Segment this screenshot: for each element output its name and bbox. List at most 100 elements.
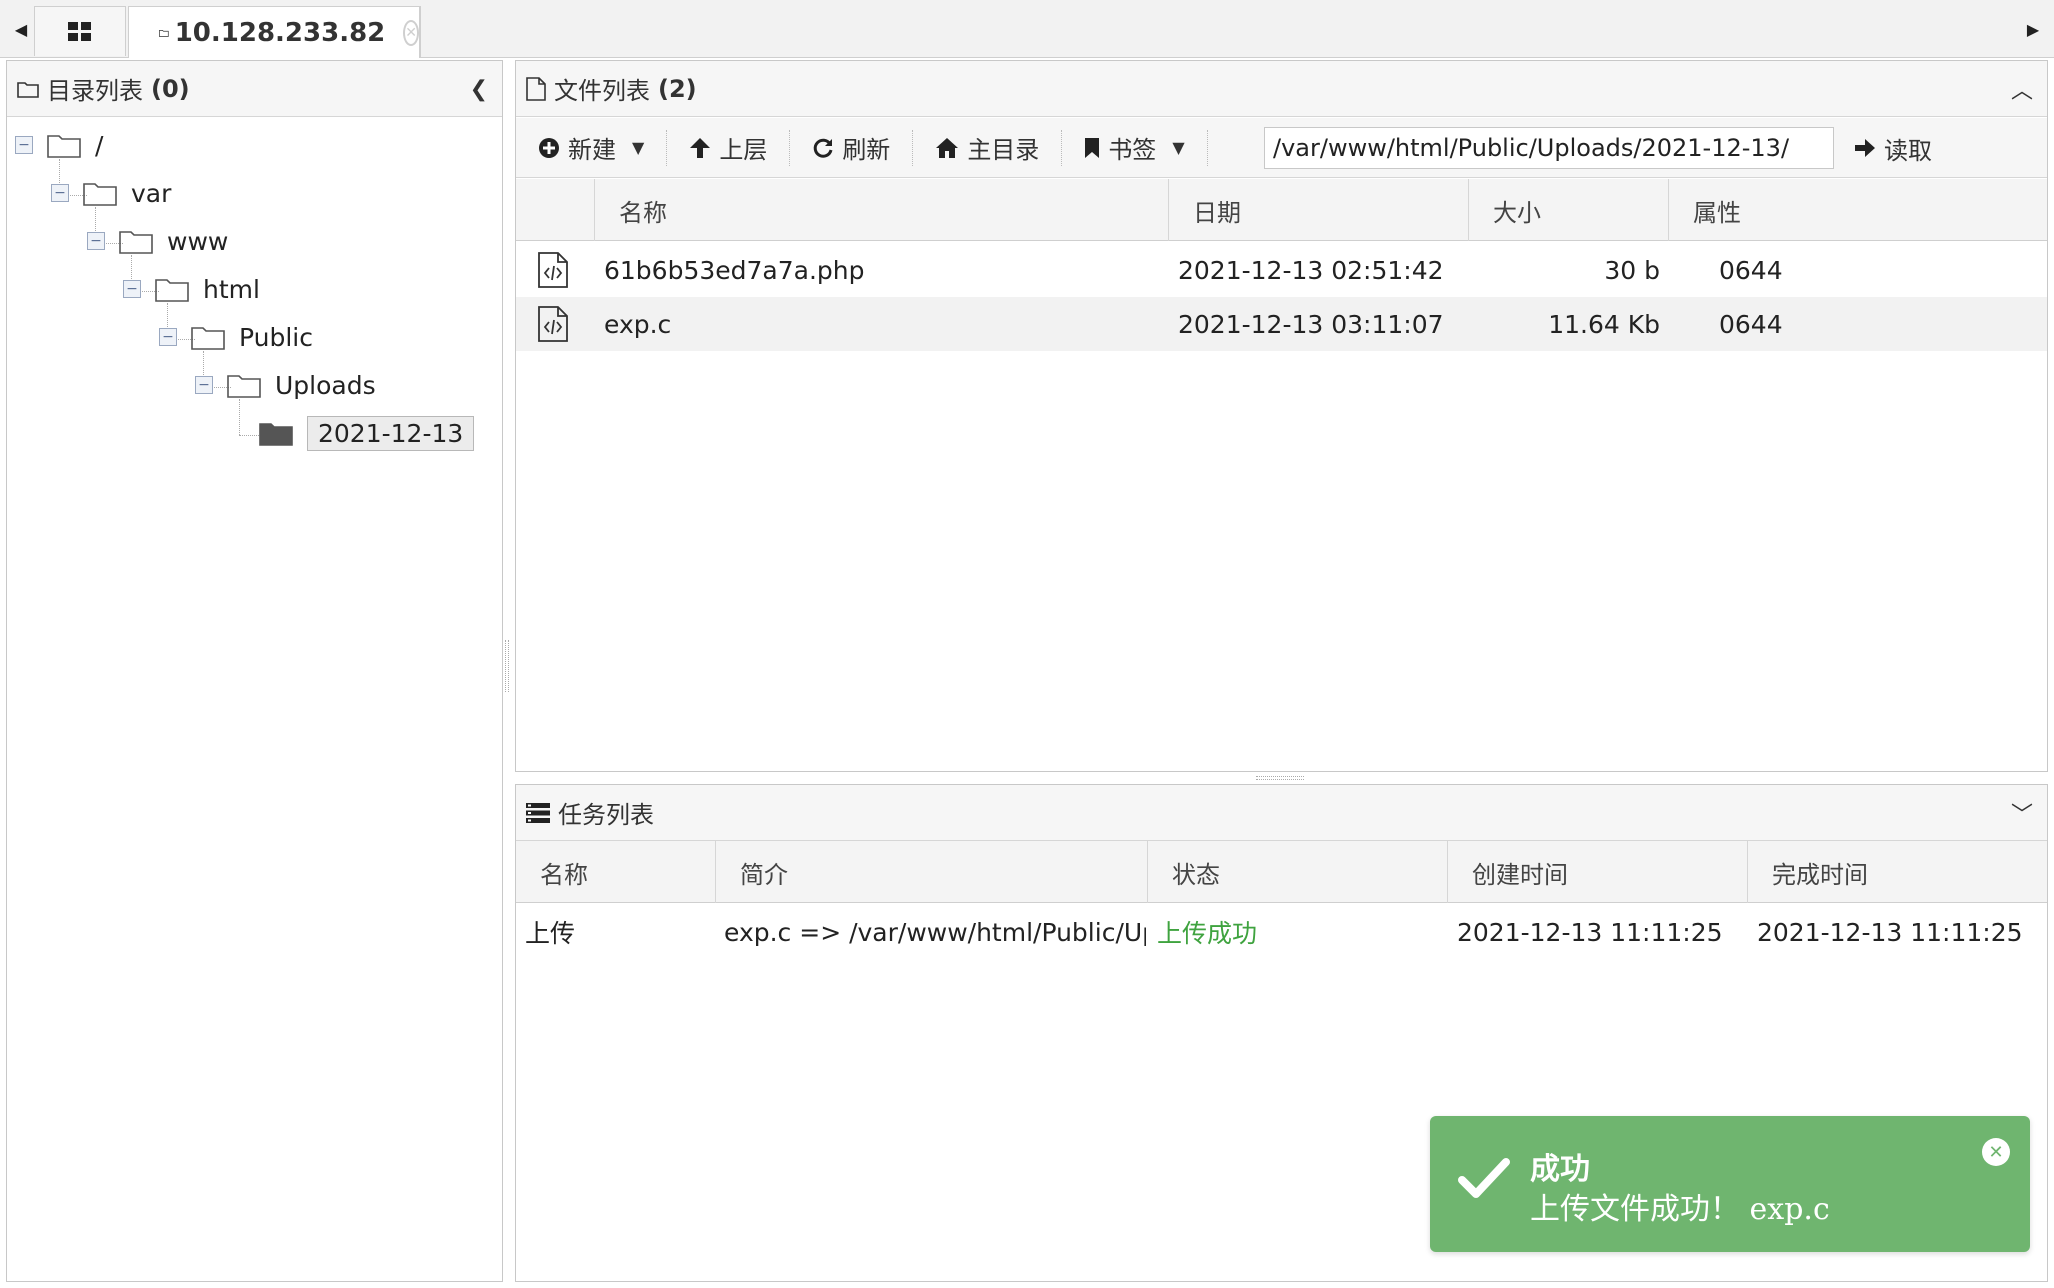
bookmark-button-label: 书签 [1108,136,1157,164]
task-finished: 2021-12-13 11:11:25 [1757,917,2023,947]
chevron-left-icon[interactable]: ❮ [470,61,488,117]
toast-title: 成功 [1530,1152,1590,1187]
success-toast: 成功 上传文件成功！ exp.c ✕ [1430,1116,2030,1252]
tree-node-label: html [203,274,260,304]
file-toolbar: 新建 ▼ 上层 刷新 主目录 书签 ▼ /var/www/html/Public… [516,118,2047,178]
tree-node-label: www [167,226,229,256]
task-column-desc[interactable]: 简介 [716,841,1148,903]
path-input[interactable]: /var/www/html/Public/Uploads/2021-12-13/ [1264,127,1834,169]
collapse-icon[interactable]: − [195,376,213,394]
folder-icon [227,372,261,398]
tree-node-html[interactable]: − html [123,267,260,311]
directory-panel-title: 目录列表 [47,77,143,105]
folder-icon [159,29,169,37]
home-button[interactable]: 主目录 [913,118,1061,178]
tab-scroll-left-icon[interactable]: ◀ [6,0,36,58]
column-attr[interactable]: 属性 [1669,179,1869,241]
collapse-icon[interactable]: − [159,328,177,346]
read-button[interactable]: 读取 [1854,118,1932,178]
directory-count: (0) [151,74,190,103]
collapse-icon[interactable]: − [51,184,69,202]
folder-icon [155,276,189,302]
collapse-icon[interactable]: − [123,280,141,298]
folder-icon [83,180,117,206]
task-panel-title: 任务列表 [558,801,654,829]
file-name: 61b6b53ed7a7a.php [604,255,865,285]
toast-close-icon[interactable]: ✕ [1982,1138,2010,1166]
folder-icon [17,80,39,98]
refresh-button[interactable]: 刷新 [790,118,912,178]
file-row[interactable]: 61b6b53ed7a7a.php 2021-12-13 02:51:42 30… [516,243,2047,297]
task-desc: exp.c => /var/www/html/Public/Uplc [724,917,1146,947]
caret-down-icon: ▼ [1172,138,1185,157]
file-count: (2) [658,74,697,103]
directory-panel: 目录列表 (0) ❮ − / − var − www − html − Publ… [6,60,503,1282]
column-date[interactable]: 日期 [1169,179,1469,241]
column-icon [516,179,595,241]
up-button[interactable]: 上层 [667,118,789,178]
file-icon [526,76,546,101]
read-button-label: 读取 [1884,136,1932,165]
tree-node-label: Public [239,322,313,352]
tab-bar: ◀ 10.128.233.82 ✕ ▶ [0,0,2054,58]
tab-close-icon[interactable]: ✕ [403,19,419,46]
horizontal-splitter[interactable] [1256,776,1304,780]
bookmark-icon [1084,137,1100,159]
chevron-down-icon[interactable]: ﹀ [2011,785,2033,841]
task-row[interactable]: 上传 exp.c => /var/www/html/Public/Uplc 上传… [516,905,2047,959]
tree-node-label: Uploads [275,370,376,400]
task-grid-header: 名称 简介 状态 创建时间 完成时间 [516,841,2047,903]
tab-home-grid[interactable] [34,6,126,56]
folder-filled-icon [259,420,293,446]
folder-icon [191,324,225,350]
tree-node-var[interactable]: − var [51,171,171,215]
tree-node-2021-12-13[interactable]: 2021-12-13 [259,411,475,455]
caret-down-icon: ▼ [632,138,645,157]
file-attr: 0644 [1719,255,1783,285]
collapse-icon[interactable]: − [15,136,33,154]
vertical-splitter[interactable] [505,640,509,692]
tree-node-label: 2021-12-13 [307,415,475,451]
bookmark-button[interactable]: 书签 ▼ [1062,118,1206,178]
home-button-label: 主目录 [967,136,1040,164]
task-created: 2021-12-13 11:11:25 [1457,917,1723,947]
file-panel-header: 文件列表 (2) ︿ [516,61,2047,117]
file-panel-title: 文件列表 [554,77,650,105]
file-size: 30 b [1604,255,1660,285]
file-grid-header: 名称 日期 大小 属性 [516,179,2047,241]
tree-node-uploads[interactable]: − Uploads [195,363,376,407]
chevron-up-icon[interactable]: ︿ [2011,61,2033,117]
file-date: 2021-12-13 02:51:42 [1178,255,1444,285]
file-date: 2021-12-13 03:11:07 [1178,309,1444,339]
plus-circle-icon [538,137,560,159]
task-panel-header: 任务列表 ﹀ [516,785,2047,841]
column-name[interactable]: 名称 [595,179,1169,241]
task-column-created[interactable]: 创建时间 [1448,841,1748,903]
file-row[interactable]: exp.c 2021-12-13 03:11:07 11.64 Kb 0644 [516,297,2047,351]
grid-icon [68,21,91,41]
task-column-finished[interactable]: 完成时间 [1748,841,2047,903]
arrow-right-icon [1854,137,1876,159]
tree-node-public[interactable]: − Public [159,315,313,359]
file-attr: 0644 [1719,309,1783,339]
directory-panel-header: 目录列表 (0) ❮ [7,61,502,117]
home-icon [935,137,959,159]
column-size[interactable]: 大小 [1469,179,1669,241]
toast-message: 上传文件成功！ exp.c [1530,1192,1830,1227]
task-list-icon [526,802,550,823]
code-file-icon [538,306,568,342]
tab-scroll-right-icon[interactable]: ▶ [2018,0,2048,58]
tab-session[interactable]: 10.128.233.82 ✕ [128,6,420,58]
new-button[interactable]: 新建 ▼ [516,118,666,178]
task-column-name[interactable]: 名称 [516,841,716,903]
tree-node-www[interactable]: − www [87,219,228,263]
task-column-status[interactable]: 状态 [1148,841,1448,903]
collapse-icon[interactable]: − [87,232,105,250]
tree-node-root[interactable]: − / [15,123,103,167]
task-name: 上传 [525,919,576,948]
up-button-label: 上层 [719,136,768,164]
tree-node-label: / [95,130,104,160]
tab-session-label: 10.128.233.82 [174,17,386,48]
refresh-icon [812,137,834,159]
file-name: exp.c [604,309,672,339]
